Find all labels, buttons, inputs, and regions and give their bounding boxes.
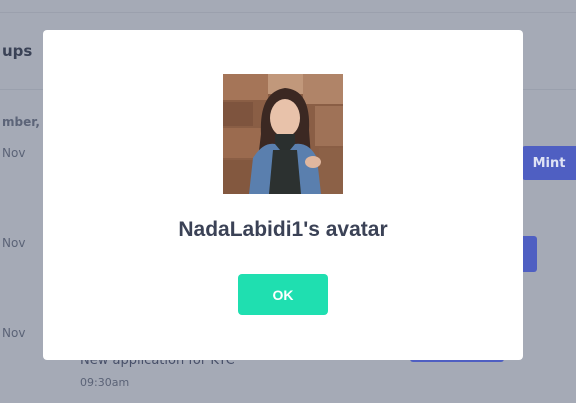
date-label: Nov	[2, 326, 26, 340]
ok-button[interactable]: OK	[238, 274, 328, 315]
notification-time: 09:30am	[80, 376, 130, 389]
row-action-button[interactable]	[522, 236, 537, 272]
section-heading: ups	[2, 42, 33, 60]
avatar-dialog: NadaLabidi1's avatar OK	[43, 30, 523, 360]
dialog-title: NadaLabidi1's avatar	[178, 218, 388, 241]
top-divider	[0, 12, 576, 13]
mint-button[interactable]: Mint	[522, 146, 576, 180]
date-label: Nov	[2, 236, 26, 250]
date-label: Nov	[2, 146, 26, 160]
avatar-image	[223, 74, 343, 194]
